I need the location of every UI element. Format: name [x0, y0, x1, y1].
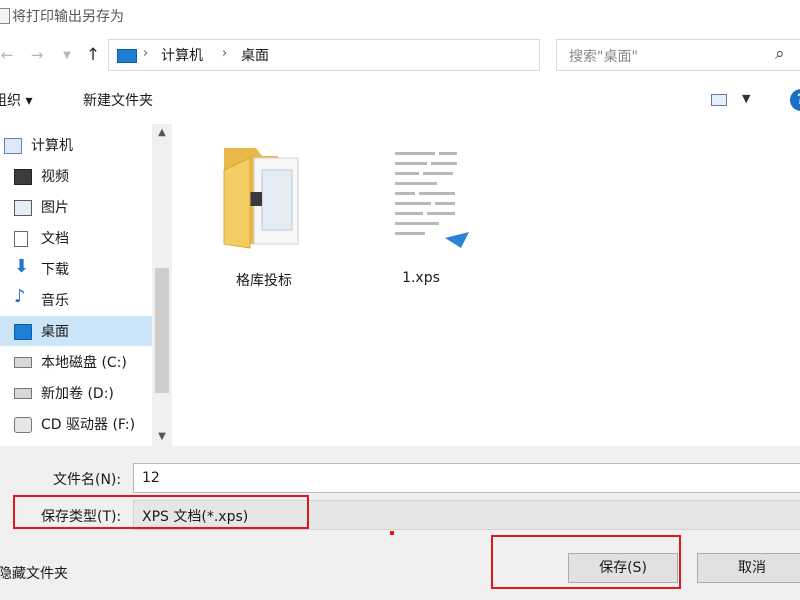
- breadcrumb-separator-icon[interactable]: ›: [143, 46, 148, 61]
- sidebar-item-label: 视频: [41, 169, 69, 185]
- xps-file-icon: [391, 146, 469, 250]
- sidebar-item-cd-drive[interactable]: CD 驱动器 (F:): [0, 409, 152, 439]
- filename-field[interactable]: [133, 463, 800, 493]
- navigation-pane: 计算机 视频 图片 文档 ⬇ 下载 ♪ 音乐 桌面 本地磁盘 (C:) 新加卷 …: [0, 124, 174, 446]
- arrow-right-icon[interactable]: →: [24, 38, 50, 72]
- cancel-button[interactable]: 取消: [697, 553, 800, 583]
- toolbar: 组织 ▾ 新建文件夹 ▼ ?: [0, 84, 800, 116]
- sidebar-item-computer[interactable]: 计算机: [0, 130, 152, 160]
- sidebar-item-label: 文档: [41, 231, 69, 247]
- music-icon: ♪: [14, 286, 26, 307]
- sidebar-item-label: 下载: [41, 262, 69, 278]
- sidebar-item-label: 新加卷 (D:): [41, 386, 114, 402]
- sidebar-item-pictures[interactable]: 图片: [0, 192, 152, 222]
- cd-drive-icon: [14, 417, 32, 433]
- search-input[interactable]: 搜索"桌面" ⌕: [556, 39, 800, 71]
- sidebar-item-label: 音乐: [41, 293, 69, 309]
- navigation-bar: ← → ▼ ↑ › 计算机 › 桌面 ▼ ↻ 搜索"桌面" ⌕: [0, 38, 800, 74]
- organize-menu-button[interactable]: 组织 ▾: [0, 90, 32, 110]
- computer-icon: [117, 49, 137, 63]
- highlight-box-filetype: [13, 495, 309, 529]
- scrollbar-thumb[interactable]: [155, 268, 169, 393]
- new-folder-button[interactable]: 新建文件夹: [83, 90, 153, 110]
- scroll-down-icon[interactable]: ▼: [152, 428, 172, 446]
- help-icon[interactable]: ?: [790, 89, 800, 111]
- sidebar-item-desktop[interactable]: 桌面: [0, 316, 152, 346]
- sidebar-item-video[interactable]: 视频: [0, 161, 152, 191]
- drive-icon: [14, 388, 32, 399]
- printer-document-icon: [0, 8, 10, 24]
- breadcrumb-item[interactable]: 桌面: [241, 45, 269, 65]
- search-placeholder: 搜索"桌面": [569, 49, 638, 65]
- arrow-up-icon[interactable]: ↑: [80, 38, 106, 72]
- sidebar-item-downloads[interactable]: ⬇ 下载: [0, 254, 152, 284]
- window-title: 将打印输出另存为: [12, 9, 124, 25]
- sidebar-item-label: CD 驱动器 (F:): [41, 417, 136, 433]
- video-icon: [14, 169, 32, 185]
- drive-icon: [14, 357, 32, 368]
- breadcrumb-item[interactable]: 计算机: [161, 45, 203, 65]
- chevron-down-icon[interactable]: ▼: [54, 38, 80, 72]
- address-bar[interactable]: › 计算机 › 桌面 ▼ ↻: [108, 39, 640, 71]
- document-icon: [14, 231, 28, 247]
- scroll-up-icon[interactable]: ▲: [152, 124, 172, 142]
- sidebar-item-music[interactable]: ♪ 音乐: [0, 285, 152, 315]
- sidebar-item-drive-d[interactable]: 新加卷 (D:): [0, 378, 152, 408]
- sidebar-item-label: 桌面: [41, 324, 69, 340]
- view-options-icon[interactable]: [711, 94, 727, 106]
- sidebar-item-label: 计算机: [31, 138, 73, 154]
- file-item[interactable]: 1.xps: [361, 140, 481, 290]
- file-name: 格库投标: [236, 273, 292, 289]
- folder-icon: [223, 148, 299, 249]
- hide-folders-toggle[interactable]: 隐藏文件夹: [0, 563, 68, 583]
- picture-icon: [14, 200, 32, 216]
- computer-icon: [4, 138, 22, 154]
- sidebar-item-label: 本地磁盘 (C:): [41, 355, 127, 371]
- filename-label: 文件名(N):: [53, 472, 122, 488]
- highlight-marker: [390, 531, 394, 535]
- desktop-icon: [14, 324, 32, 340]
- search-icon[interactable]: ⌕: [775, 44, 785, 64]
- download-icon: ⬇: [14, 256, 30, 277]
- title-bar: 将打印输出另存为: [0, 0, 800, 32]
- save-button[interactable]: 保存(S): [568, 553, 678, 583]
- sidebar-item-drive-c[interactable]: 本地磁盘 (C:): [0, 347, 152, 377]
- arrow-left-icon[interactable]: ←: [0, 38, 20, 72]
- breadcrumb-separator-icon[interactable]: ›: [222, 46, 227, 61]
- sidebar-item-label: 图片: [41, 200, 69, 216]
- chevron-down-icon[interactable]: ▼: [742, 92, 750, 105]
- folder-item[interactable]: 格库投标: [204, 140, 324, 290]
- file-name: 1.xps: [402, 270, 440, 286]
- sidebar-item-documents[interactable]: 文档: [0, 223, 152, 253]
